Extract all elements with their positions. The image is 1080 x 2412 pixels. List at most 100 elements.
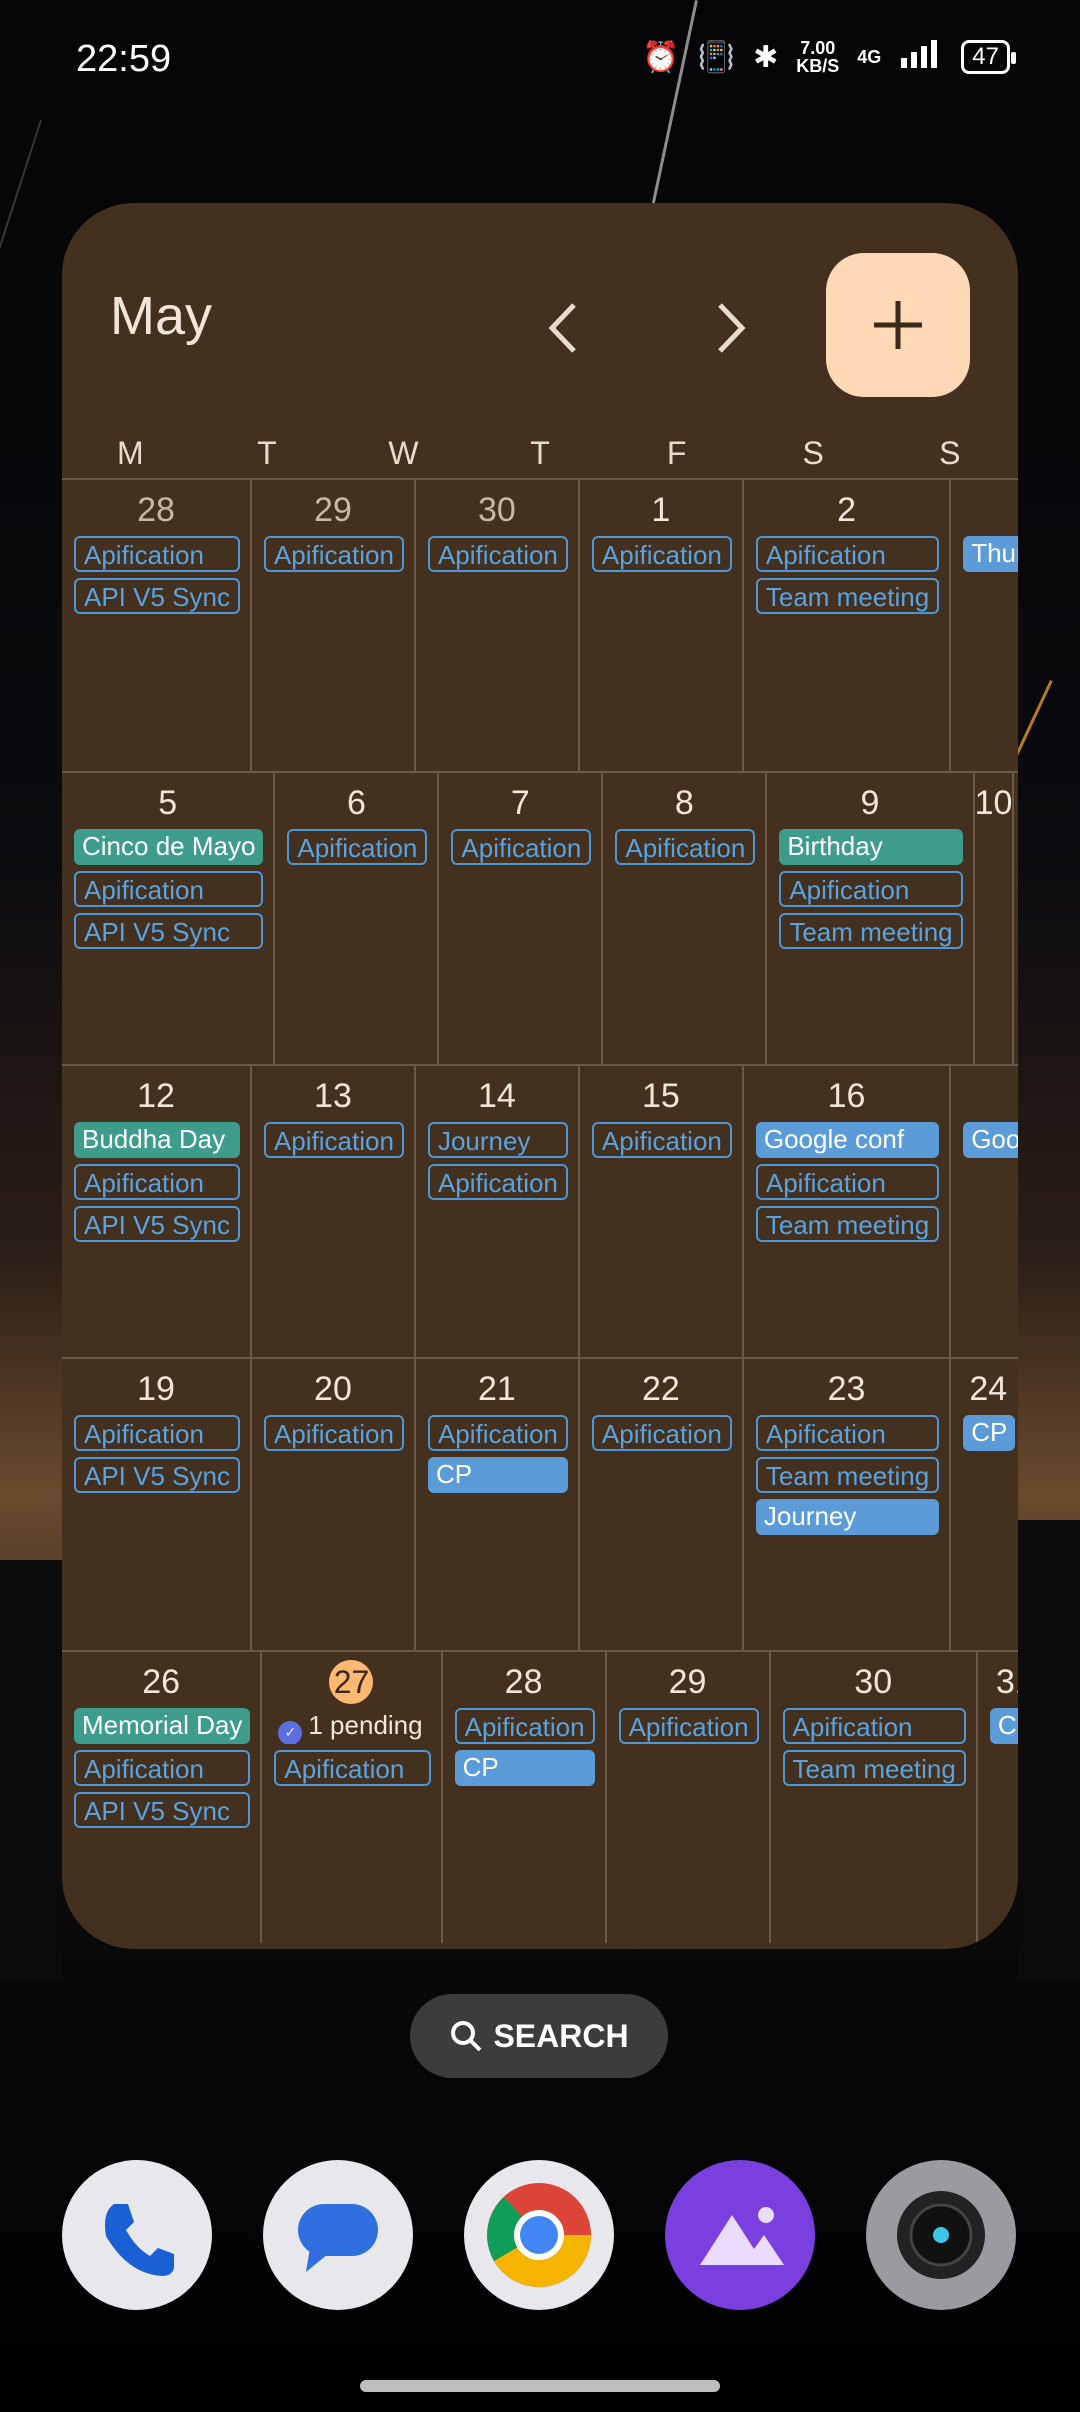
day-number-text: 13 [314,1077,352,1115]
day-cell[interactable]: 6 Apification [273,773,437,1064]
day-cell[interactable]: 29 Apification [604,1652,769,1943]
messages-app[interactable] [263,2160,413,2310]
month-grid: 28 Apification API V5 Sync 29 Apification 30 A… [62,478,1018,1943]
event-chip[interactable]: Apification [755,1415,940,1451]
day-cell[interactable]: 26 Memorial Day Apification API V5 Sync [62,1652,260,1943]
day-cell[interactable]: 15 Apification [577,1066,742,1357]
event-chip[interactable]: Apification [74,536,240,572]
event-chip[interactable]: API V5 Sync [74,1206,240,1242]
event-chip[interactable]: Apification [427,536,568,572]
event-chip[interactable]: API V5 Sync [74,578,240,614]
event-chip[interactable]: Team meeting [755,1206,940,1242]
event-chip[interactable]: Birthday [779,829,963,865]
day-cell[interactable]: 8 Apification [601,773,765,1064]
event-chip[interactable]: Apification [427,1415,568,1451]
event-chip[interactable]: Memorial Day [74,1708,251,1744]
day-number: 19 [62,1367,250,1411]
day-number-text: 30 [854,1663,893,1701]
day-cell[interactable]: 1 Apification [577,480,742,771]
event-chip[interactable]: CP [963,1415,1016,1451]
calendar-widget[interactable]: May M T W T F S S 28 Apification API V5 Sy… [62,203,1018,1949]
day-cell[interactable]: 29 Apification [249,480,414,771]
chrome-app[interactable] [464,2160,614,2310]
month-title[interactable]: May [110,285,212,347]
event-chip[interactable]: API V5 Sync [74,1457,240,1493]
day-cell[interactable]: 20 Apification [249,1359,414,1650]
event-chip[interactable]: CP [427,1457,568,1493]
day-number: 21 [416,1367,578,1411]
day-cell[interactable]: 30 Apification [413,480,578,771]
event-chip[interactable]: Apification [74,1164,240,1200]
day-cell[interactable]: 17 Google conf [949,1066,1018,1357]
day-cell[interactable]: 3 Thunderbolt [949,480,1018,771]
day-cell[interactable]: 30 Apification Team meeting [768,1652,976,1943]
event-chip[interactable]: API V5 Sync [74,913,264,949]
event-chip[interactable]: API V5 Sync [74,1792,251,1828]
event-chip[interactable]: CP [989,1708,1018,1744]
event-chip[interactable]: CP [454,1750,595,1786]
day-cell[interactable]: 27 ✓ 1 pending Apification [260,1652,440,1943]
event-chip[interactable]: Apification [74,1415,240,1451]
event-chip[interactable]: Google conf [963,1122,1018,1158]
search-button[interactable]: SEARCH [410,1994,668,2078]
next-month-button[interactable] [702,293,762,363]
day-cell[interactable]: 12 Buddha Day Apification API V5 Sync [62,1066,250,1357]
day-cell[interactable]: 11Mother's Day [1012,773,1018,1064]
task-chip[interactable]: ✓ 1 pending [274,1708,430,1744]
event-chip[interactable]: Apification [74,1750,251,1786]
day-number-text: 26 [142,1663,181,1701]
event-chip[interactable]: Apification [451,829,592,865]
event-chip[interactable]: Apification [274,1750,431,1786]
event-chip[interactable]: Cinco de Mayo [74,829,264,865]
event-chip[interactable]: Apification [779,871,963,907]
event-chip[interactable]: Journey [427,1122,568,1158]
day-cell[interactable]: 5 Cinco de Mayo Apification API V5 Sync [62,773,273,1064]
weekday-label: W [388,435,419,471]
home-indicator[interactable] [360,2380,720,2392]
event-chip[interactable]: Apification [263,1122,404,1158]
day-cell[interactable]: 7 Apification [437,773,601,1064]
day-cell[interactable]: 16 Google conf Apification Team meeting [741,1066,949,1357]
event-chip[interactable]: Apification [591,536,732,572]
day-cell[interactable]: 13 Apification [249,1066,414,1357]
event-chip[interactable]: Buddha Day [74,1122,240,1158]
prev-month-button[interactable] [532,293,592,363]
day-cell[interactable]: 24 CP [949,1359,1018,1650]
event-chip[interactable]: Apification [615,829,756,865]
event-chip[interactable]: Apification [454,1708,595,1744]
gallery-app[interactable] [665,2160,815,2310]
event-chip[interactable]: Team meeting [779,913,963,949]
day-cell[interactable]: 23 Apification Team meeting Journey [741,1359,949,1650]
event-chip[interactable]: Team meeting [782,1750,966,1786]
event-chip[interactable]: Google conf [755,1122,940,1158]
event-chip[interactable]: Apification [427,1164,568,1200]
day-cell[interactable]: 14 Journey Apification [413,1066,578,1357]
day-cell[interactable]: 19 Apification API V5 Sync [62,1359,250,1650]
event-chip[interactable]: Apification [263,1415,404,1451]
event-chip[interactable]: Apification [74,871,264,907]
event-chip[interactable]: Apification [755,1164,940,1200]
day-cell[interactable]: 21 Apification CP [413,1359,578,1650]
event-chip[interactable]: Apification [591,1415,732,1451]
event-chip[interactable]: Apification [782,1708,966,1744]
day-cell[interactable]: 10 [972,773,1012,1064]
day-cell[interactable]: 31 CP [975,1652,1018,1943]
event-chip[interactable]: Apification [618,1708,759,1744]
day-cell[interactable]: 28 Apification CP [440,1652,605,1943]
day-cell[interactable]: 22 Apification [577,1359,742,1650]
event-chip[interactable]: Journey [755,1499,940,1535]
event-chip[interactable]: Thunderbolt [963,536,1018,572]
phone-app[interactable] [62,2160,212,2310]
camera-app[interactable] [866,2160,1016,2310]
event-chip[interactable]: Apification [263,536,404,572]
day-cell[interactable]: 28 Apification API V5 Sync [62,480,250,771]
event-chip[interactable]: Apification [755,536,940,572]
day-cell[interactable]: 2 Apification Team meeting [741,480,949,771]
day-cell[interactable]: 9 Birthday Apification Team meeting [765,773,972,1064]
event-chip[interactable]: Team meeting [755,578,940,614]
event-chip[interactable]: Team meeting [755,1457,940,1493]
event-chip[interactable]: Apification [287,829,428,865]
event-chip[interactable]: Apification [591,1122,732,1158]
event-label: Apification [601,1126,722,1156]
add-event-button[interactable] [826,253,970,397]
